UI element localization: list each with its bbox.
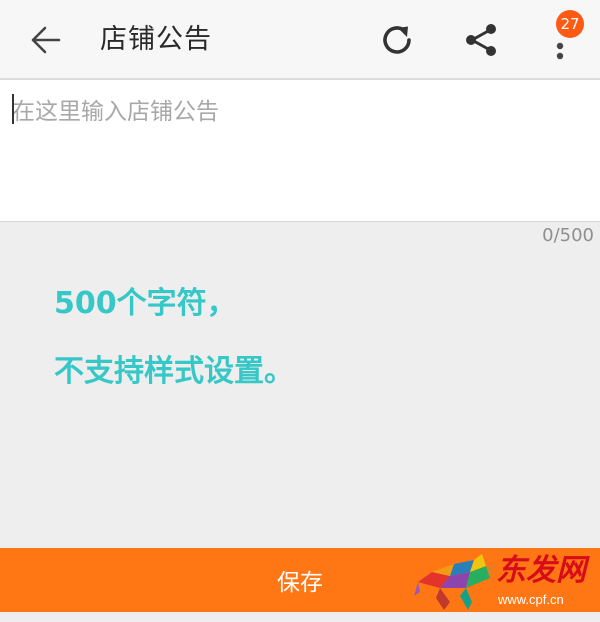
refresh-icon — [383, 26, 411, 54]
character-counter: 0/500 — [542, 225, 594, 246]
annotation-line-1: 500个字符， — [54, 286, 237, 321]
bull-logo-icon — [414, 554, 496, 610]
notification-badge: 27 — [556, 10, 584, 38]
back-button[interactable] — [22, 18, 70, 62]
app-screen: 店铺公告 27 0/500 — [0, 0, 600, 622]
announcement-editor — [0, 80, 600, 222]
announcement-input[interactable] — [12, 92, 588, 212]
top-app-bar: 店铺公告 27 — [0, 0, 600, 80]
page-title: 店铺公告 — [100, 24, 212, 55]
watermark-url: www.cpf.cn — [498, 592, 564, 607]
text-cursor — [12, 94, 14, 124]
share-icon — [466, 24, 496, 56]
watermark-logo: 东发网 www.cpf.cn — [410, 552, 596, 616]
watermark-text: 东发网 — [496, 553, 586, 588]
bottom-strip — [0, 612, 600, 622]
arrow-left-icon — [31, 26, 61, 54]
share-button[interactable] — [456, 16, 506, 64]
save-button-label: 保存 — [277, 570, 323, 596]
annotation-line-2: 不支持样式设置。 — [54, 354, 294, 389]
refresh-button[interactable] — [372, 16, 422, 64]
